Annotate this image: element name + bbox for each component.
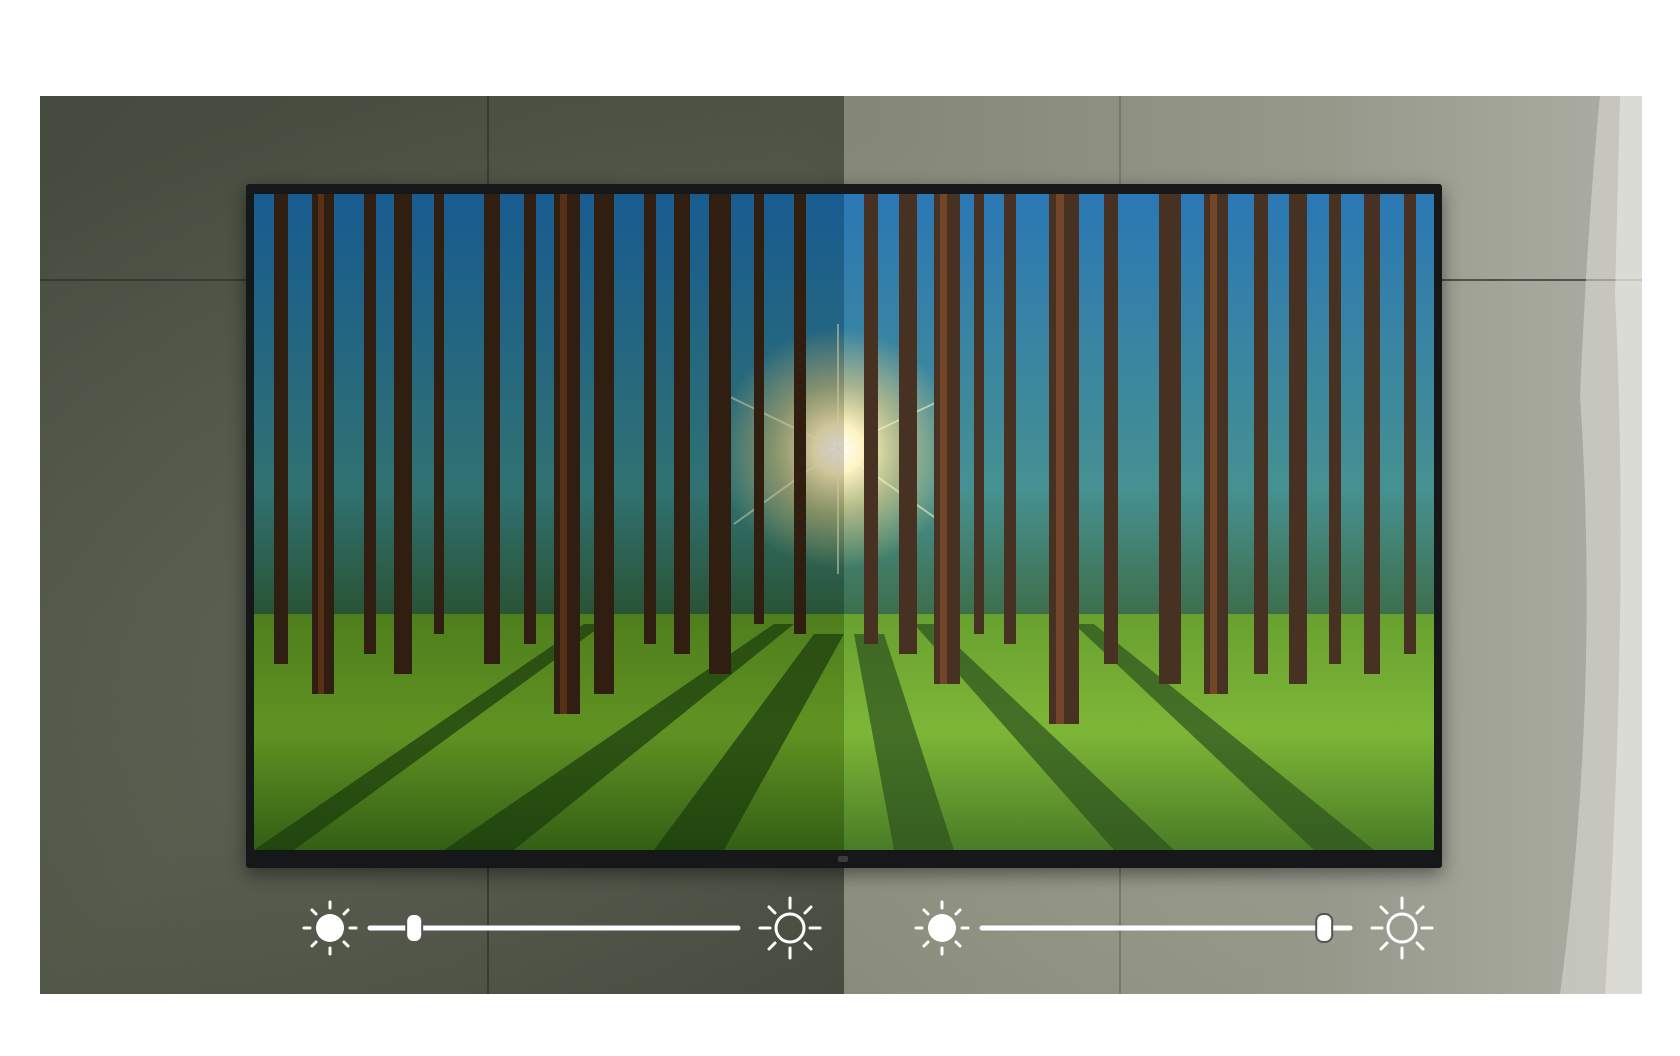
- television: [246, 184, 1442, 868]
- brightness-control-dim: [290, 893, 850, 963]
- brightness-control-bright: [902, 893, 1462, 963]
- brightness-slider-thumb[interactable]: [1315, 913, 1334, 943]
- brightness-slider-thumb[interactable]: [405, 913, 424, 943]
- tv-screen: [254, 194, 1434, 850]
- sun-outline-icon: [758, 896, 822, 960]
- scene: [40, 96, 1642, 994]
- tv-logo: [838, 856, 848, 862]
- sun-filled-icon: [302, 900, 358, 956]
- sun-filled-icon: [914, 900, 970, 956]
- forest-image: [254, 194, 1434, 850]
- sun-outline-icon: [1370, 896, 1434, 960]
